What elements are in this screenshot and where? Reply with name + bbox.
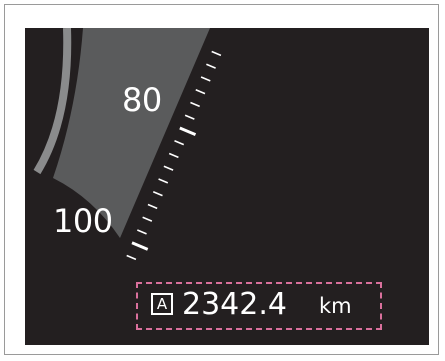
major-tick <box>131 241 149 251</box>
minor-tick <box>126 254 137 261</box>
minor-tick <box>190 101 200 108</box>
instrument-display: 80 100 A 2342.4 km <box>25 28 429 345</box>
trip-mode-indicator: A <box>151 293 173 315</box>
minor-tick <box>174 140 185 146</box>
odometer-highlight: A 2342.4 km <box>136 282 382 330</box>
minor-tick <box>200 76 211 82</box>
minor-tick <box>158 178 169 184</box>
odometer-unit: km <box>319 294 352 318</box>
minor-tick <box>206 63 216 69</box>
minor-tick <box>137 229 147 235</box>
minor-tick <box>142 216 153 222</box>
minor-tick <box>184 114 195 120</box>
minor-tick <box>152 191 163 197</box>
speed-label-100: 100 <box>53 202 113 240</box>
minor-tick <box>147 203 158 210</box>
minor-tick <box>195 89 206 95</box>
minor-tick <box>163 165 174 171</box>
minor-tick <box>211 50 222 57</box>
odometer-value: 2342.4 <box>182 287 287 322</box>
speed-label-80: 80 <box>122 81 162 119</box>
major-tick <box>179 126 197 136</box>
figure-frame: 80 100 A 2342.4 km <box>4 4 439 355</box>
minor-tick <box>168 152 179 159</box>
